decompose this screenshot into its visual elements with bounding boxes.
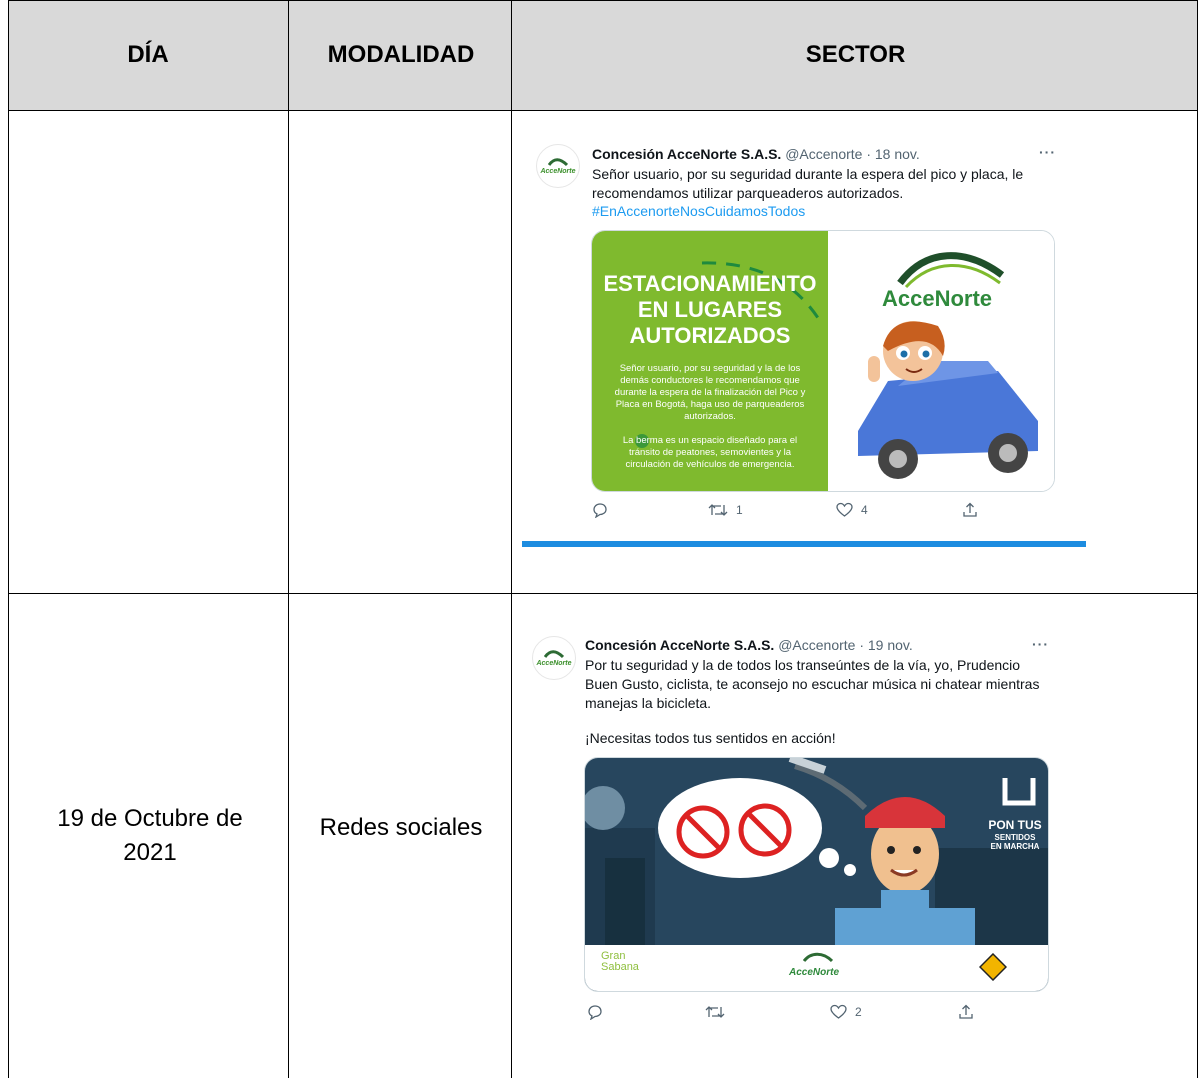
- heart-icon: [830, 1004, 847, 1019]
- share-icon: [959, 1004, 973, 1019]
- media-body-text: Señor usuario, por su seguridad y la de …: [614, 363, 806, 422]
- cell-modalidad: Redes sociales: [290, 594, 512, 1062]
- hashtag-link[interactable]: #EnAccenorteNosCuidamosTodos: [592, 203, 805, 219]
- reply-icon: [588, 1005, 602, 1020]
- cyclist-illustration: [585, 758, 1048, 948]
- divider-bar: [522, 541, 1086, 547]
- media-green-panel: ESTACIONAMIENTO EN LUGARES AUTORIZADOS S…: [592, 231, 828, 491]
- cell-dia: 19 de Octubre de 2021: [8, 594, 288, 1078]
- avatar-label: AcceNorte: [536, 660, 572, 667]
- modalidad-value: Redes sociales: [319, 814, 483, 841]
- table-border-top: [8, 0, 1198, 1]
- tweet-header: Concesión AcceNorte S.A.S. @Accenorte · …: [585, 637, 913, 653]
- reply-button[interactable]: [587, 1004, 611, 1020]
- media-footer: Gran Sabana AcceNorte: [585, 945, 1048, 991]
- table-border-left: [8, 0, 9, 1078]
- tweet-media-image[interactable]: ESTACIONAMIENTO EN LUGARES AUTORIZADOS S…: [591, 230, 1055, 492]
- tweet-media-image[interactable]: PON TUS SENTIDOS EN MARCHA Gran Sabana A…: [584, 757, 1049, 992]
- tweet-text: Señor usuario, por su seguridad durante …: [592, 166, 1024, 201]
- retweet-button[interactable]: [705, 1004, 733, 1020]
- retweet-button[interactable]: 1: [708, 502, 743, 518]
- media-title: ESTACIONAMIENTO EN LUGARES AUTORIZADOS: [603, 271, 817, 348]
- avatar[interactable]: AcceNorte: [536, 144, 580, 188]
- tweet-text: Por tu seguridad y la de todos los trans…: [585, 657, 1040, 711]
- accenorte-logo-text: AcceNorte: [789, 967, 840, 978]
- header-sector: SECTOR: [805, 41, 906, 68]
- like-button[interactable]: 4: [836, 502, 868, 518]
- like-count: 2: [855, 1005, 862, 1019]
- accenorte-logo-icon: [544, 650, 564, 659]
- reply-button[interactable]: [592, 502, 616, 518]
- tweet-card[interactable]: AcceNorte Concesión AcceNorte S.A.S. @Ac…: [522, 130, 1070, 530]
- more-options-icon[interactable]: ···: [1032, 636, 1049, 652]
- tweet-card[interactable]: AcceNorte Concesión AcceNorte S.A.S. @Ac…: [520, 622, 1066, 1032]
- media-white-panel: AcceNorte: [828, 231, 1054, 491]
- gran-sabana-logo: Gran Sabana: [601, 950, 639, 973]
- dia-value: 19 de Octubre de 2021: [57, 805, 243, 866]
- like-button[interactable]: 2: [830, 1004, 862, 1020]
- author-name[interactable]: Concesión AcceNorte S.A.S.: [585, 637, 774, 653]
- reply-icon: [593, 503, 607, 518]
- avatar[interactable]: AcceNorte: [532, 636, 576, 680]
- brand-logo-text: AcceNorte: [882, 286, 993, 311]
- author-meta: @Accenorte · 18 nov.: [785, 146, 920, 162]
- accenorte-logo-icon: [548, 158, 568, 167]
- like-count: 4: [861, 503, 868, 517]
- tweet-header: Concesión AcceNorte S.A.S. @Accenorte · …: [592, 146, 920, 162]
- table-rule: [8, 110, 1198, 111]
- sign-heading: PON TUS: [988, 818, 1042, 832]
- media-body-text-2: La berma es un espacio diseñado para el …: [622, 435, 798, 470]
- sign-marcha: EN MARCHA: [990, 842, 1040, 851]
- retweet-icon: [708, 504, 728, 516]
- table-rule: [288, 0, 289, 1078]
- share-icon: [963, 502, 977, 517]
- accenorte-logo-icon: [803, 952, 833, 963]
- author-name[interactable]: Concesión AcceNorte S.A.S.: [592, 146, 781, 162]
- retweet-count: 1: [736, 503, 743, 517]
- table-rule: [8, 593, 1198, 594]
- tweet-text-2: ¡Necesitas todos tus sentidos en acción!: [585, 730, 836, 746]
- avatar-label: AcceNorte: [540, 168, 576, 175]
- header-dia: DÍA: [127, 41, 169, 68]
- header-modalidad: MODALIDAD: [327, 41, 475, 68]
- car-mascot-illustration: [858, 321, 1038, 479]
- retweet-icon: [705, 1006, 725, 1018]
- share-button[interactable]: [962, 502, 986, 518]
- road-sign-icon: [979, 953, 1007, 981]
- heart-icon: [836, 502, 853, 517]
- table-rule: [511, 0, 512, 1078]
- share-button[interactable]: [958, 1004, 982, 1020]
- author-meta: @Accenorte · 19 nov.: [778, 637, 913, 653]
- more-options-icon[interactable]: ···: [1039, 144, 1056, 160]
